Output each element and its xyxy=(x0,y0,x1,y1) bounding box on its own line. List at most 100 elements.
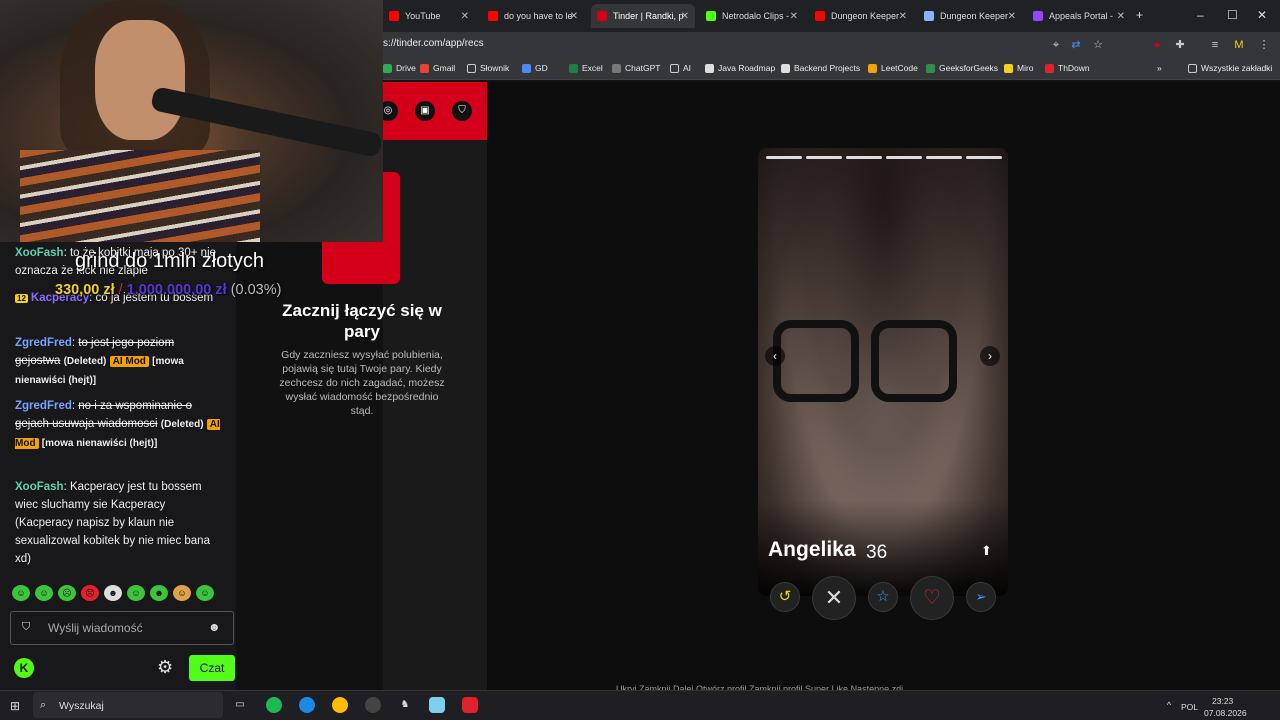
more-bookmarks-icon[interactable]: » xyxy=(1157,63,1162,73)
chat-username[interactable]: XooFash xyxy=(15,481,64,493)
twitch-icon xyxy=(1033,11,1043,21)
close-icon[interactable]: ✕ xyxy=(1008,11,1016,22)
emote-icon[interactable]: ☺ xyxy=(35,585,53,601)
bookmark-gmail[interactable]: Gmail xyxy=(420,63,455,73)
chevron-left-icon[interactable]: ‹ xyxy=(765,346,785,366)
edge-icon[interactable] xyxy=(299,697,315,713)
goal-percent: (0.03%) xyxy=(230,282,282,298)
chevron-right-icon[interactable]: › xyxy=(980,346,1000,366)
task-view-icon[interactable]: ▭ xyxy=(232,697,248,713)
bookmark-leetcode[interactable]: LeetCode xyxy=(868,63,918,73)
close-icon[interactable]: ✕ xyxy=(1117,11,1125,22)
profile-avatar-icon[interactable]: M xyxy=(1232,38,1246,52)
tab-twitch[interactable]: Appeals Portal - ✕ xyxy=(1027,4,1131,28)
emote-icon[interactable]: ☺ xyxy=(127,585,145,601)
globe-icon xyxy=(924,11,934,21)
extension-icon[interactable]: ● xyxy=(1150,38,1164,52)
matches-description: Gdy zaczniesz wysyłać polubienia, pojawi… xyxy=(279,349,445,417)
chevron-up-icon[interactable]: ^ xyxy=(1161,697,1177,713)
app-icon[interactable]: ♞ xyxy=(397,697,413,713)
bookmark-geeksforgeeks[interactable]: GeeksforGeeks xyxy=(926,63,998,73)
drive-icon xyxy=(383,63,392,73)
subscriber-badge: 12 xyxy=(15,294,28,303)
folder-icon xyxy=(670,63,679,73)
minimize-icon[interactable]: – xyxy=(1197,8,1204,22)
roadmap-icon xyxy=(705,63,714,73)
shield-icon[interactable]: ⛉ xyxy=(22,621,30,634)
briefcase-icon[interactable]: ▣ xyxy=(415,101,435,121)
chat-username[interactable]: XooFash xyxy=(15,247,64,259)
tab-youtube-3[interactable]: Dungeon Keeper ✕ xyxy=(809,4,913,28)
emote-icon[interactable]: ☻ xyxy=(150,585,168,601)
new-tab-button[interactable]: + xyxy=(1136,8,1143,22)
maximize-icon[interactable]: ☐ xyxy=(1227,8,1238,22)
chat-username[interactable]: ZgredFred xyxy=(15,337,72,349)
super-like-button[interactable]: ☆ xyxy=(868,582,898,612)
emote-icon[interactable]: ☺ xyxy=(173,585,191,601)
emoji-icon[interactable]: ☻ xyxy=(208,620,221,634)
emote-icon[interactable]: ☺ xyxy=(12,585,30,601)
emote-icon[interactable]: ☹ xyxy=(81,585,99,601)
extensions-puzzle-icon[interactable]: ✚ xyxy=(1173,38,1187,52)
tab-youtube[interactable]: YouTube ✕ xyxy=(383,4,475,28)
chat-input-placeholder: Wyślij wiadomość xyxy=(48,621,143,635)
tab-kick[interactable]: Netrodalo Clips - ✕ xyxy=(700,4,804,28)
menu-dots-icon[interactable]: ⋮ xyxy=(1257,38,1271,52)
photo-progress-segment xyxy=(846,156,882,159)
bookmark-excel[interactable]: Excel xyxy=(569,63,603,73)
profile-age: 36 xyxy=(866,542,888,563)
gear-icon[interactable]: ⚙ xyxy=(157,657,173,678)
bookmark-slownik[interactable]: Słownik xyxy=(467,63,509,73)
tab-label: YouTube xyxy=(405,11,441,21)
chrome-icon[interactable] xyxy=(332,697,348,713)
tab-web[interactable]: Dungeon Keeper ✕ xyxy=(918,4,1022,28)
emote-icon[interactable]: ☹ xyxy=(58,585,76,601)
bookmark-all[interactable]: Wszystkie zakładki xyxy=(1188,63,1272,73)
close-icon[interactable]: ✕ xyxy=(570,11,578,22)
spotify-icon[interactable] xyxy=(266,697,282,713)
chat-username[interactable]: ZgredFred xyxy=(15,400,72,412)
location-icon[interactable]: ⌖ xyxy=(1049,38,1063,52)
close-icon[interactable]: ✕ xyxy=(790,11,798,22)
close-icon[interactable]: ✕ xyxy=(899,11,907,22)
windows-start-icon[interactable]: ⊞ xyxy=(10,699,20,713)
arrow-up-icon[interactable]: ⬆ xyxy=(981,543,992,559)
nope-button[interactable]: ✕ xyxy=(812,576,856,620)
obs-icon[interactable] xyxy=(365,697,381,713)
deleted-label: (Deleted) xyxy=(63,356,107,367)
tab-tinder[interactable]: Tinder | Randki, p ✕ xyxy=(591,4,695,28)
close-icon[interactable]: ✕ xyxy=(461,11,469,22)
translate-icon[interactable]: ⇄ xyxy=(1069,38,1083,52)
url-field[interactable]: s://tinder.com/app/recs xyxy=(383,38,484,49)
bookmark-miro[interactable]: Miro xyxy=(1004,63,1034,73)
chat-send-button[interactable]: Czat xyxy=(189,655,235,681)
clock-time[interactable]: 23:23 xyxy=(1212,696,1233,706)
bookmark-ai[interactable]: AI xyxy=(670,63,691,73)
star-bookmark-icon[interactable]: ☆ xyxy=(1091,38,1105,52)
emote-icon[interactable]: ☻ xyxy=(104,585,122,601)
kick-logo-icon[interactable]: K xyxy=(14,658,34,678)
language-indicator[interactable]: POL xyxy=(1181,702,1198,712)
bookmark-backend-projects[interactable]: Backend Projects xyxy=(781,63,860,73)
emote-icon[interactable]: ☺ xyxy=(196,585,214,601)
notepad-icon[interactable] xyxy=(429,697,445,713)
photo-progress-segment xyxy=(766,156,802,159)
bookmark-thdown[interactable]: ThDown xyxy=(1045,63,1090,73)
recording-app-icon[interactable] xyxy=(462,697,478,713)
media-icon[interactable]: ≡ xyxy=(1208,38,1222,52)
like-button[interactable]: ♡ xyxy=(910,576,954,620)
shield-icon[interactable]: ⛉ xyxy=(452,101,472,121)
goal-current-amount: 330,00 zł xyxy=(55,282,115,298)
boost-send-button[interactable]: ➢ xyxy=(966,582,996,612)
tab-youtube-2[interactable]: do you have to le ✕ xyxy=(482,4,584,28)
bookmark-java-roadmap[interactable]: Java Roadmap xyxy=(705,63,775,73)
bookmark-drive[interactable]: Drive xyxy=(383,63,416,73)
bookmark-chatgpt[interactable]: ChatGPT xyxy=(612,63,660,73)
bookmark-label: LeetCode xyxy=(881,63,918,73)
close-icon[interactable]: ✕ xyxy=(681,11,689,22)
bookmark-gd[interactable]: GD xyxy=(522,63,548,73)
streamer-webcam xyxy=(0,0,383,242)
rewind-button[interactable]: ↺ xyxy=(770,582,800,612)
close-window-icon[interactable]: ✕ xyxy=(1257,8,1267,22)
clock-date[interactable]: 07.08.2026 xyxy=(1204,708,1247,718)
